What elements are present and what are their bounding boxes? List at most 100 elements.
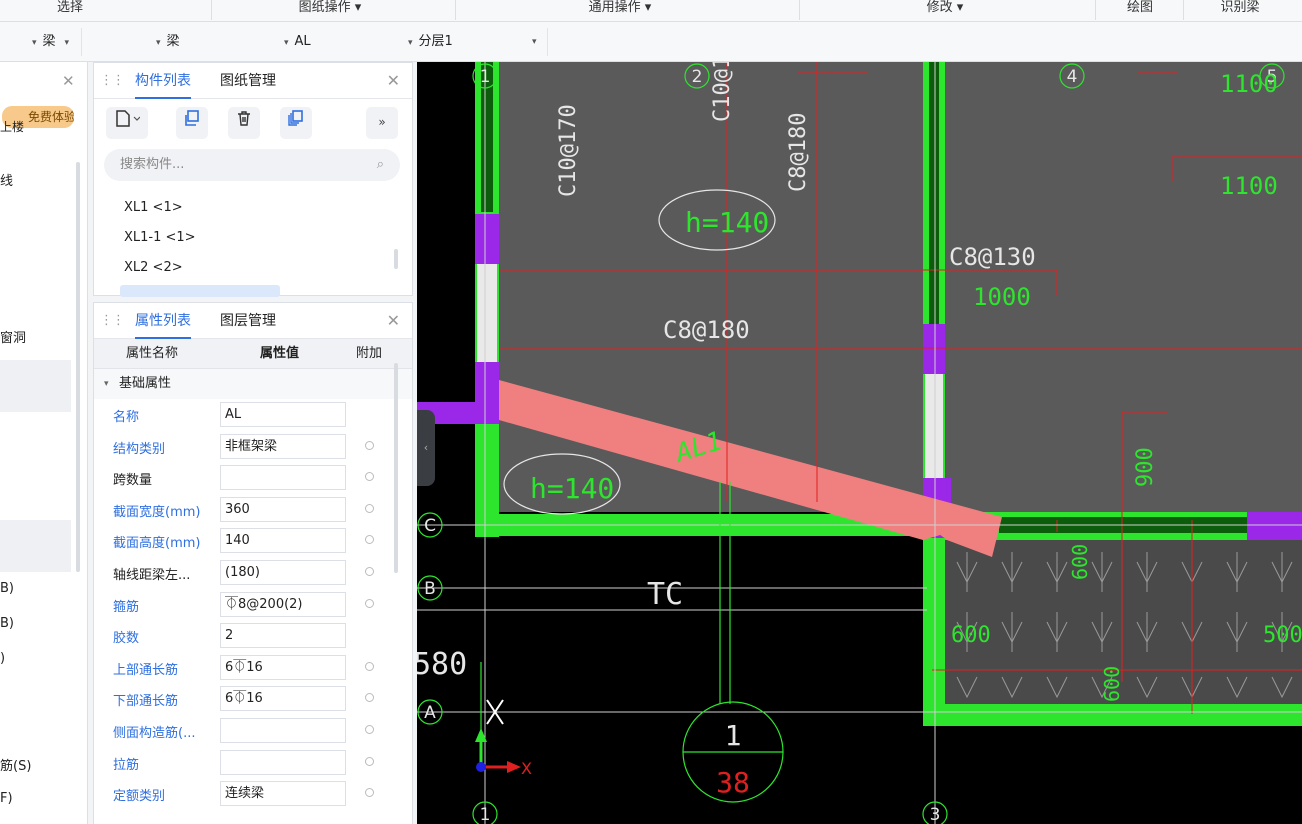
nav-item-window-hole[interactable]: 窗洞 (0, 327, 26, 346)
tab-drawing-management[interactable]: 图纸管理 (220, 63, 276, 99)
property-name: 结构类别 (113, 441, 166, 457)
property-value-field[interactable]: 6⏁16 (220, 654, 346, 680)
nav-item-f[interactable]: F) (0, 791, 13, 806)
type-sub-select[interactable]: ▾ 梁 (156, 28, 276, 56)
property-row[interactable]: 定额类别 连续梁 (94, 778, 412, 810)
close-icon[interactable]: ✕ (387, 311, 400, 330)
property-value-field[interactable]: 140 (220, 528, 346, 554)
attach-checkbox[interactable] (365, 788, 374, 798)
copy-component-button[interactable] (176, 107, 208, 139)
divider (1183, 0, 1184, 20)
scrollbar[interactable] (394, 363, 398, 573)
property-row[interactable]: 名称 AL (94, 399, 412, 431)
rebar-label: C8@180 (786, 113, 811, 192)
property-row[interactable]: 截面宽度(mm) 360 (94, 494, 412, 526)
property-value-field[interactable]: 6⏁16 (220, 686, 346, 712)
attach-checkbox[interactable] (365, 661, 374, 671)
property-row[interactable]: 截面高度(mm) 140 (94, 525, 412, 557)
component-select[interactable]: ▾ AL (284, 28, 414, 56)
drag-handle-icon[interactable]: ⋮⋮ (100, 73, 125, 88)
property-value-field[interactable]: AL (220, 402, 346, 427)
property-row[interactable]: 上部通长筋 6⏁16 (94, 652, 412, 684)
tab-layer-management[interactable]: 图层管理 (220, 303, 276, 339)
close-icon[interactable]: ✕ (62, 72, 75, 90)
property-list-panel: ⋮⋮ 属性列表 图层管理 ✕ 属性名称 属性值 附加 ▾ 基础属性 名称 AL 结构类… (93, 302, 413, 824)
ribbon-group-draw[interactable]: 绘图 (1115, 0, 1165, 20)
new-component-button[interactable] (106, 107, 148, 139)
attach-checkbox[interactable] (365, 535, 374, 545)
property-row[interactable]: 侧面构造筋(... (94, 715, 412, 747)
property-value-field[interactable]: 连续梁 (220, 781, 346, 807)
axis-label-left: B (424, 579, 436, 599)
nav-item-rebar-s[interactable]: 筋(S) (0, 755, 31, 774)
dimension-label: 1000 (973, 283, 1031, 311)
ribbon-group-recognize-beam[interactable]: 识别梁 (1200, 0, 1280, 20)
property-name: 胶数 (113, 631, 140, 647)
property-row[interactable]: 轴线距梁左... (180) (94, 557, 412, 589)
list-item-selected[interactable] (120, 285, 280, 297)
nav-item-line[interactable]: 线 (0, 170, 13, 189)
property-value-field[interactable]: (180) (220, 560, 346, 585)
scrollbar[interactable] (76, 162, 80, 572)
property-row[interactable]: 下部通长筋 6⏁16 (94, 683, 412, 715)
dimension-label: 600 (1100, 666, 1124, 702)
type-main-select[interactable]: ▾ 梁 (32, 28, 162, 56)
attach-checkbox[interactable] (365, 440, 374, 450)
property-value-field[interactable] (220, 718, 346, 743)
property-name: 定额类别 (113, 789, 166, 805)
property-row[interactable]: 跨数量 (94, 462, 412, 494)
ribbon-group-select[interactable]: 选择 (40, 0, 100, 20)
attach-checkbox[interactable] (365, 503, 374, 513)
property-row[interactable]: 胶数 2 (94, 620, 412, 652)
property-value-field[interactable]: 360 (220, 496, 346, 522)
more-tools-button[interactable]: » (366, 107, 398, 139)
list-item[interactable]: XL1-1 <1> (124, 230, 196, 245)
chevron-down-icon: ▾ (408, 38, 413, 48)
nav-item-partial[interactable]: 上楼 (0, 118, 24, 135)
tab-component-list[interactable]: 构件列表 (135, 63, 191, 99)
layer-select[interactable]: ▾ 分层1 ▾ (408, 28, 548, 56)
ribbon-group-drawing-ops[interactable]: 图纸操作 ▾ (270, 0, 390, 20)
nav-item-d[interactable]: ) (0, 651, 5, 666)
attach-checkbox[interactable] (365, 598, 374, 608)
cad-drawing[interactable]: 1 2 4 5 C B A 1 3 C10@170 C10@1 C8@180 h… (417, 62, 1302, 824)
attach-checkbox[interactable] (365, 472, 374, 482)
property-value-field[interactable] (220, 465, 346, 491)
nav-item-selected[interactable] (0, 360, 71, 412)
attach-checkbox[interactable] (365, 725, 374, 734)
chevron-down-icon: ▾ (104, 379, 109, 389)
attach-checkbox[interactable] (365, 756, 374, 766)
drag-handle-icon[interactable]: ⋮⋮ (100, 313, 125, 328)
property-row[interactable]: 结构类别 非框架梁 (94, 431, 412, 463)
drawing-canvas[interactable]: 1 2 4 5 C B A 1 3 C10@170 C10@1 C8@180 h… (417, 62, 1302, 824)
list-item[interactable]: XL2 <2> (124, 260, 183, 275)
scrollbar[interactable] (394, 249, 398, 269)
property-value-field[interactable]: ⏁8@200(2) (220, 591, 346, 617)
attach-checkbox[interactable] (365, 567, 374, 576)
list-item[interactable]: XL1 <1> (124, 200, 183, 215)
dimension-label: 600 (1068, 544, 1092, 580)
ribbon-group-common-ops[interactable]: 通用操作 ▾ (560, 0, 680, 20)
property-row[interactable]: 箍筋 ⏁8@200(2) (94, 589, 412, 621)
tab-property-list[interactable]: 属性列表 (135, 303, 191, 339)
property-value-field[interactable] (220, 749, 346, 775)
nav-item-b1[interactable]: B) (0, 581, 14, 596)
property-row[interactable]: 拉筋 (94, 747, 412, 779)
property-group-basic[interactable]: ▾ 基础属性 (94, 369, 412, 399)
component-search-input[interactable]: 搜索构件... ⌕ (104, 149, 400, 181)
layer-copy-button[interactable] (280, 107, 312, 139)
property-value-field[interactable]: 2 (220, 623, 346, 649)
nav-item-b2[interactable]: B) (0, 616, 14, 631)
property-value-field[interactable]: 非框架梁 (220, 433, 346, 459)
close-icon[interactable]: ✕ (387, 71, 400, 90)
navigation-panel: ✕ 免费体验 上楼 线 窗洞 B) B) ) 筋(S) F) (0, 62, 88, 824)
attach-checkbox[interactable] (365, 693, 374, 703)
delete-component-button[interactable] (228, 107, 260, 139)
property-name: 跨数量 (113, 473, 153, 489)
nav-item-selected-2[interactable] (0, 520, 71, 572)
layer-copy-icon (288, 110, 303, 126)
ribbon-group-modify[interactable]: 修改 ▾ (900, 0, 990, 20)
dimension-label: 900 (1133, 447, 1158, 487)
component-panel-header: ⋮⋮ 构件列表 图纸管理 ✕ (94, 63, 412, 99)
collapse-panel-handle[interactable]: ‹ (417, 410, 435, 486)
